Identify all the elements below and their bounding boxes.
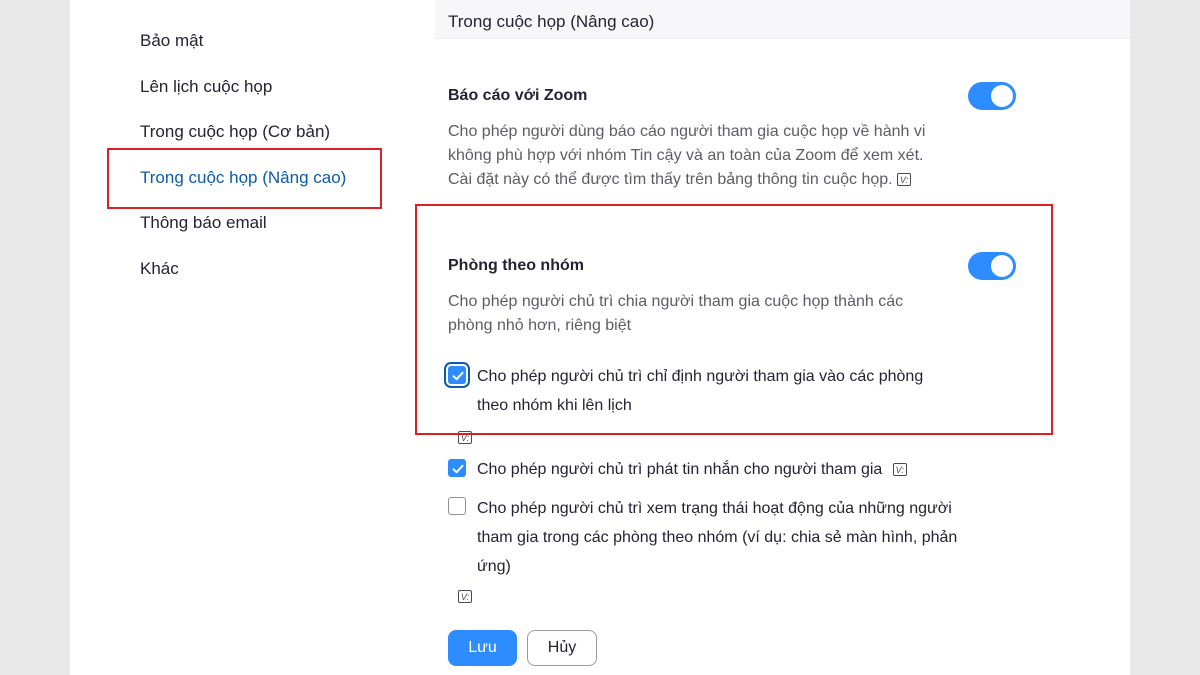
option-line: ứng) (477, 558, 511, 575)
breakout-toggle[interactable] (968, 252, 1016, 280)
breakout-desc-line: Cho phép người chủ trì chia người tham g… (448, 293, 904, 310)
broadcast-message-checkbox[interactable] (448, 459, 466, 477)
check-icon (452, 371, 464, 381)
report-setting-title: Báo cáo với Zoom (448, 87, 588, 104)
option-line: tham gia trong các phòng theo nhóm (ví d… (477, 529, 958, 546)
broadcast-message-label: Cho phép người chủ trì phát tin nhắn cho… (477, 455, 977, 484)
report-toggle[interactable] (968, 82, 1016, 110)
sidebar-item-in-meeting-basic[interactable]: Trong cuộc họp (Cơ bản) (140, 122, 330, 142)
option-line: Cho phép người chủ trì chỉ định người th… (477, 368, 924, 385)
settings-sidebar: Bảo mật Lên lịch cuộc họp Trong cuộc họp… (70, 0, 390, 675)
sidebar-item-in-meeting-advanced[interactable]: Trong cuộc họp (Nâng cao) (140, 168, 346, 188)
sidebar-item-email-notification[interactable]: Thông báo email (140, 213, 267, 233)
settings-page: Bảo mật Lên lịch cuộc họp Trong cuộc họp… (70, 0, 1130, 675)
breakout-setting-title: Phòng theo nhóm (448, 257, 584, 274)
report-setting-description: Cho phép người dùng báo cáo người tham g… (448, 120, 968, 192)
section-header: Trong cuộc họp (Nâng cao) (435, 0, 1130, 39)
version-badge-icon: V: (458, 431, 472, 444)
breakout-setting-description: Cho phép người chủ trì chia người tham g… (448, 290, 968, 338)
option-line: Cho phép người chủ trì xem trạng thái ho… (477, 500, 952, 517)
cancel-button[interactable]: Hủy (527, 630, 597, 666)
version-badge-icon: V: (458, 590, 472, 603)
option-line: Cho phép người chủ trì phát tin nhắn cho… (477, 461, 883, 478)
section-title: Trong cuộc họp (Nâng cao) (448, 12, 655, 31)
sidebar-item-other[interactable]: Khác (140, 259, 179, 279)
assign-participants-checkbox[interactable] (448, 366, 466, 384)
report-desc-line: không phù hợp với nhóm Tin cậy và an toà… (448, 147, 924, 164)
toggle-knob (991, 85, 1013, 107)
save-button[interactable]: Lưu (448, 630, 517, 666)
view-activity-status-checkbox[interactable] (448, 497, 466, 515)
sidebar-item-security[interactable]: Bảo mật (140, 31, 203, 51)
toggle-knob (991, 255, 1013, 277)
report-desc-line: Cài đặt này có thể được tìm thấy trên bả… (448, 168, 968, 192)
version-badge-icon: V: (892, 463, 907, 477)
option-line: theo nhóm khi lên lịch (477, 397, 632, 414)
check-icon (452, 464, 464, 474)
version-badge-icon: V: (897, 173, 912, 187)
assign-participants-label: Cho phép người chủ trì chỉ định người th… (477, 362, 977, 420)
report-desc-line: Cho phép người dùng báo cáo người tham g… (448, 123, 926, 140)
sidebar-item-schedule-meeting[interactable]: Lên lịch cuộc họp (140, 77, 272, 97)
view-activity-status-label: Cho phép người chủ trì xem trạng thái ho… (477, 494, 977, 581)
breakout-desc-line: phòng nhỏ hơn, riêng biệt (448, 317, 632, 334)
